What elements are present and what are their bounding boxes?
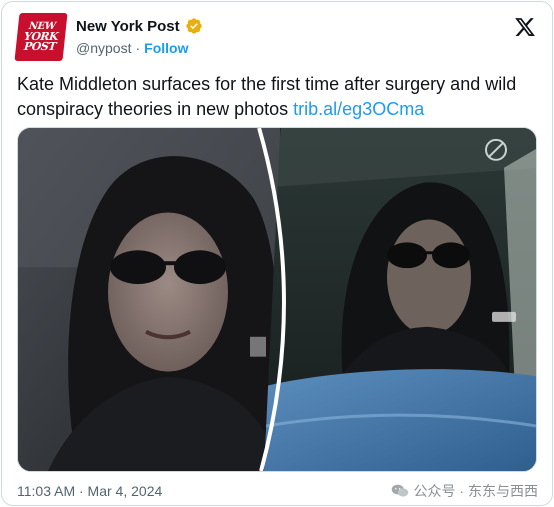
follow-button[interactable]: Follow xyxy=(144,40,188,56)
separator-dot: · xyxy=(135,40,141,56)
display-name[interactable]: New York Post xyxy=(76,18,180,35)
name-row: New York Post xyxy=(76,17,203,35)
x-logo-icon[interactable] xyxy=(514,16,536,38)
photo-left[interactable] xyxy=(18,128,280,471)
avatar[interactable]: NEW YORK POST xyxy=(14,13,68,61)
watermark-text: 公众号 · 东东与西西 xyxy=(413,483,538,499)
tweet-body: Kate Middleton surfaces for the first ti… xyxy=(17,74,517,119)
watermark: 公众号 · 东东与西西 xyxy=(391,481,538,501)
tweet-text: Kate Middleton surfaces for the first ti… xyxy=(17,72,537,122)
media-grid[interactable] xyxy=(17,127,537,472)
avatar-logo-line: POST xyxy=(23,40,57,53)
verified-badge-icon xyxy=(185,18,202,34)
handle-row: @nypost · Follow xyxy=(76,40,188,56)
tweet-timestamp[interactable]: 11:03 AM · Mar 4, 2024 xyxy=(17,483,162,499)
photo-right[interactable] xyxy=(264,128,537,471)
wechat-icon xyxy=(391,484,408,497)
tweet-link[interactable]: trib.al/eg3OCma xyxy=(293,99,424,119)
account-handle[interactable]: @nypost xyxy=(76,40,131,56)
tweet-card[interactable]: NEW YORK POST New York Post @nypost · Fo… xyxy=(1,1,553,506)
